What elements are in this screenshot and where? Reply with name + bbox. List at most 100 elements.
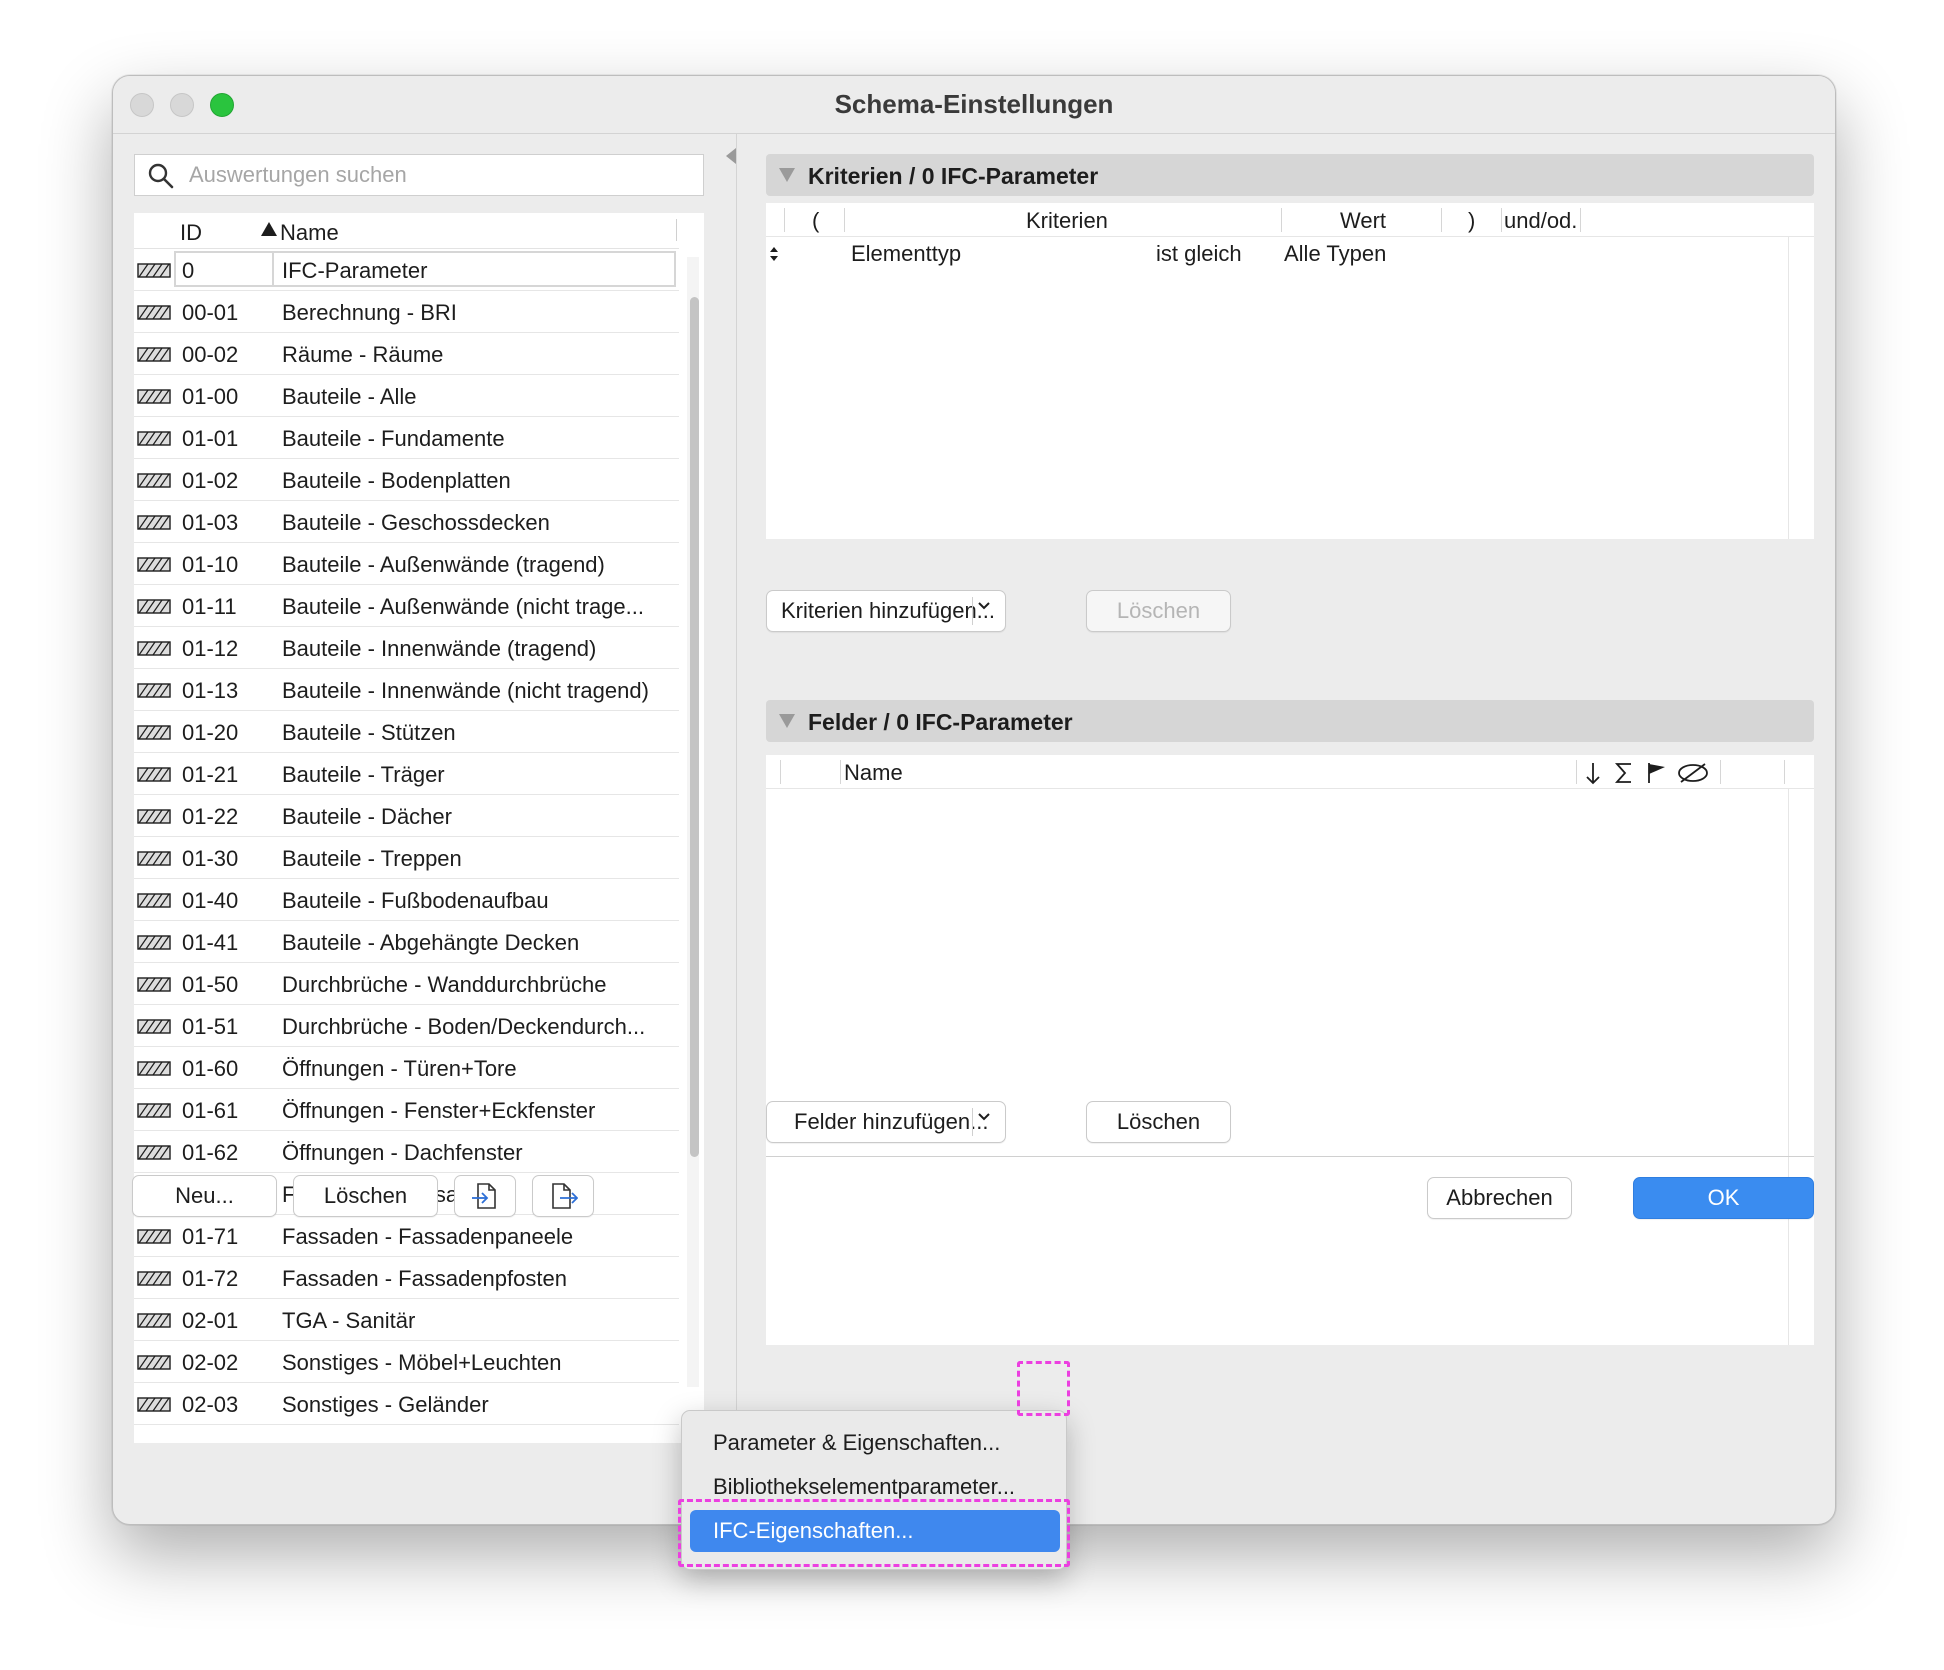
list-item[interactable]: 01-50 Durchbrüche - Wanddurchbrüche [134, 963, 679, 1005]
list-item-id: 02-01 [182, 1308, 239, 1333]
list-item[interactable]: 01-71 Fassaden - Fassadenpaneele [134, 1215, 679, 1257]
list-item[interactable]: 00-01 Berechnung - BRI [134, 291, 679, 333]
list-item[interactable]: 01-21 Bauteile - Träger [134, 753, 679, 795]
fields-table-scrollbar[interactable] [1788, 789, 1814, 1345]
list-item[interactable]: 00-02 Räume - Räume [134, 333, 679, 375]
list-item[interactable]: 01-61 Öffnungen - Fenster+Eckfenster [134, 1089, 679, 1131]
list-scroll-thumb[interactable] [690, 297, 699, 1157]
cancel-button[interactable]: Abbrechen [1427, 1177, 1572, 1219]
new-schedule-button[interactable]: Neu... [132, 1175, 277, 1217]
list-item[interactable]: 02-01 TGA - Sanitär [134, 1299, 679, 1341]
list-item-id: 01-72 [182, 1266, 239, 1291]
chevron-down-icon[interactable] [977, 1112, 991, 1122]
column-header-criteria[interactable]: Kriterien [1026, 208, 1108, 234]
list-item-id: 01-51 [182, 1014, 239, 1039]
schedule-type-icon [137, 767, 171, 782]
list-item-id: 01-62 [182, 1140, 239, 1165]
schedule-type-icon [137, 1271, 171, 1286]
schedule-type-icon [137, 473, 171, 488]
sum-icon[interactable] [1614, 761, 1634, 785]
delete-criteria-button[interactable]: Löschen [1086, 590, 1231, 632]
schedule-type-icon [137, 1145, 171, 1160]
list-scrollbar[interactable] [687, 257, 699, 1387]
window-title: Schema-Einstellungen [834, 89, 1114, 119]
schedule-type-icon [137, 683, 171, 698]
criteria-element[interactable]: Elementtyp [851, 241, 961, 267]
hidden-eye-icon[interactable] [1676, 761, 1710, 785]
list-item-name: Bauteile - Treppen [282, 846, 462, 871]
add-fields-label: Felder hinzufügen... [794, 1109, 989, 1134]
column-header-id[interactable]: ID [180, 220, 202, 246]
list-item-name: Bauteile - Dächer [282, 804, 452, 829]
list-item-id: 01-61 [182, 1098, 239, 1123]
export-button[interactable] [532, 1175, 594, 1217]
list-item[interactable]: 01-30 Bauteile - Treppen [134, 837, 679, 879]
list-item-id: 02-02 [182, 1350, 239, 1375]
schema-settings-dialog: Schema-Einstellungen ID Name 0 IFC-Parame… [112, 75, 1836, 1525]
list-item[interactable]: 01-10 Bauteile - Außenwände (tragend) [134, 543, 679, 585]
disclosure-triangle-icon[interactable] [779, 168, 795, 182]
list-item-id: 01-12 [182, 636, 239, 661]
column-header-name[interactable]: Name [280, 220, 339, 246]
ok-button[interactable]: OK [1633, 1177, 1814, 1219]
list-item[interactable]: 01-03 Bauteile - Geschossdecken [134, 501, 679, 543]
list-item-name: IFC-Parameter [282, 258, 428, 283]
list-item[interactable]: 02-03 Sonstiges - Geländer [134, 1383, 679, 1425]
list-item[interactable]: 01-40 Bauteile - Fußbodenaufbau [134, 879, 679, 921]
list-item[interactable]: 01-62 Öffnungen - Dachfenster [134, 1131, 679, 1173]
add-criteria-button[interactable]: Kriterien hinzufügen... [766, 590, 1006, 632]
disclosure-triangle-icon[interactable] [779, 714, 795, 728]
schedule-type-icon [137, 557, 171, 572]
list-item[interactable]: 01-02 Bauteile - Bodenplatten [134, 459, 679, 501]
sort-down-arrow-icon[interactable] [1584, 761, 1602, 785]
list-item-id: 01-60 [182, 1056, 239, 1081]
list-item-name: Bauteile - Bodenplatten [282, 468, 511, 493]
column-header-close-paren[interactable]: ) [1468, 208, 1475, 234]
list-item[interactable]: 01-00 Bauteile - Alle [134, 375, 679, 417]
list-item[interactable]: 01-41 Bauteile - Abgehängte Decken [134, 921, 679, 963]
delete-fields-button[interactable]: Löschen [1086, 1101, 1231, 1143]
add-fields-button[interactable]: Felder hinzufügen... [766, 1101, 1006, 1143]
list-item[interactable]: 01-20 Bauteile - Stützen [134, 711, 679, 753]
search-input[interactable] [189, 155, 689, 195]
list-item-name: Bauteile - Innenwände (nicht tragend) [282, 678, 649, 703]
criteria-section-header[interactable]: Kriterien / 0 IFC-Parameter [766, 154, 1814, 196]
list-item[interactable]: 02-02 Sonstiges - Möbel+Leuchten [134, 1341, 679, 1383]
list-item[interactable]: 0 IFC-Parameter [134, 249, 679, 291]
fields-section-header[interactable]: Felder / 0 IFC-Parameter [766, 700, 1814, 742]
list-item[interactable]: 01-22 Bauteile - Dächer [134, 795, 679, 837]
search-box[interactable] [134, 154, 704, 196]
delete-schedule-button[interactable]: Löschen [293, 1175, 438, 1217]
list-item-name: Bauteile - Stützen [282, 720, 456, 745]
list-item-name: Bauteile - Träger [282, 762, 445, 787]
list-item[interactable]: 01-72 Fassaden - Fassadenpfosten [134, 1257, 679, 1299]
sort-ascending-icon[interactable] [260, 221, 278, 237]
criteria-operator[interactable]: ist gleich [1156, 241, 1242, 267]
flag-icon[interactable] [1646, 761, 1668, 785]
schedule-type-icon [137, 599, 171, 614]
criteria-row[interactable]: Elementtyp ist gleich Alle Typen [766, 237, 1786, 271]
list-item[interactable]: 01-60 Öffnungen - Türen+Tore [134, 1047, 679, 1089]
column-header-field-name[interactable]: Name [844, 760, 903, 786]
list-item[interactable]: 01-51 Durchbrüche - Boden/Deckendurch... [134, 1005, 679, 1047]
pane-splitter[interactable] [736, 134, 737, 1524]
criteria-value[interactable]: Alle Typen [1284, 241, 1386, 267]
menu-item-parameters-properties[interactable]: Parameter & Eigenschaften... [690, 1422, 1060, 1464]
list-item[interactable]: 01-13 Bauteile - Innenwände (nicht tragen… [134, 669, 679, 711]
list-item[interactable]: 01-12 Bauteile - Innenwände (tragend) [134, 627, 679, 669]
list-item-id: 01-00 [182, 384, 239, 409]
collapse-left-pane-icon[interactable] [726, 148, 736, 164]
drag-handle-icon[interactable] [769, 246, 779, 262]
criteria-table-scrollbar[interactable] [1788, 237, 1814, 539]
schedule-type-icon [137, 977, 171, 992]
import-button[interactable] [454, 1175, 516, 1217]
schedule-type-icon [137, 851, 171, 866]
column-header-open-paren[interactable]: ( [812, 208, 819, 234]
list-item[interactable]: 01-11 Bauteile - Außenwände (nicht trage.… [134, 585, 679, 627]
list-item[interactable]: 01-01 Bauteile - Fundamente [134, 417, 679, 459]
list-item-name: Sonstiges - Geländer [282, 1392, 489, 1417]
chevron-down-icon[interactable] [977, 601, 991, 611]
column-header-and-or[interactable]: und/od... [1504, 208, 1576, 234]
list-item-name: Bauteile - Fußbodenaufbau [282, 888, 549, 913]
column-header-value[interactable]: Wert [1340, 208, 1386, 234]
